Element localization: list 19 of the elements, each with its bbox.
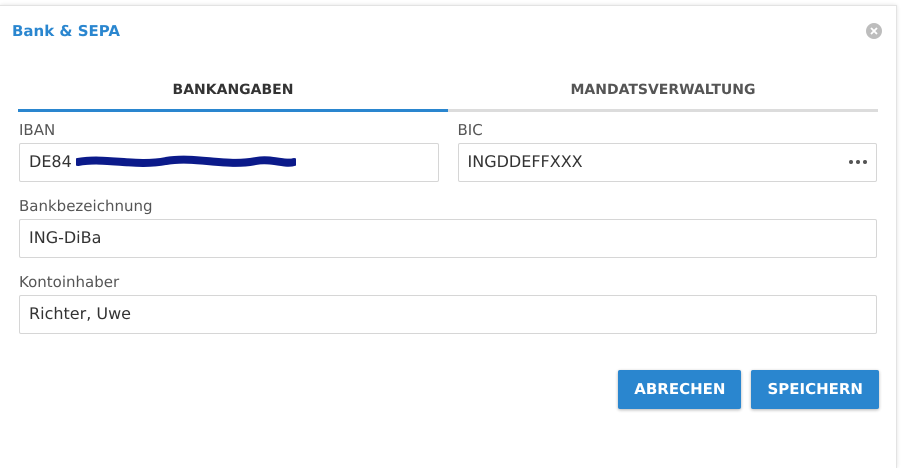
field-value: DE84 [29, 151, 72, 173]
field-value: Richter, Uwe [29, 303, 132, 325]
field-value: ING-DiBa [29, 227, 102, 249]
tab[interactable]: MANDATSVERWALTUNG [448, 78, 878, 112]
tab[interactable]: BANKANGABEN [18, 78, 448, 112]
input-field[interactable]: ING-DiBa [19, 218, 877, 258]
input-field[interactable]: INGDDEFFXXX [458, 142, 877, 182]
field-value: INGDDEFFXXX [468, 151, 583, 173]
input-field[interactable]: Richter, Uwe [19, 294, 877, 334]
input-field[interactable]: DE84 [19, 142, 438, 182]
field-label: IBAN [19, 120, 56, 140]
field-label: Kontoinhaber [19, 272, 120, 292]
dialog-title: Bank & SEPA [12, 21, 120, 42]
close-icon [870, 27, 878, 36]
field-label: Bankbezeichnung [19, 196, 152, 216]
action-button[interactable]: ABRECHEN [618, 370, 742, 408]
field-label: BIC [458, 120, 483, 140]
more-icon[interactable] [849, 160, 867, 164]
action-button[interactable]: SPEICHERN [751, 370, 879, 408]
